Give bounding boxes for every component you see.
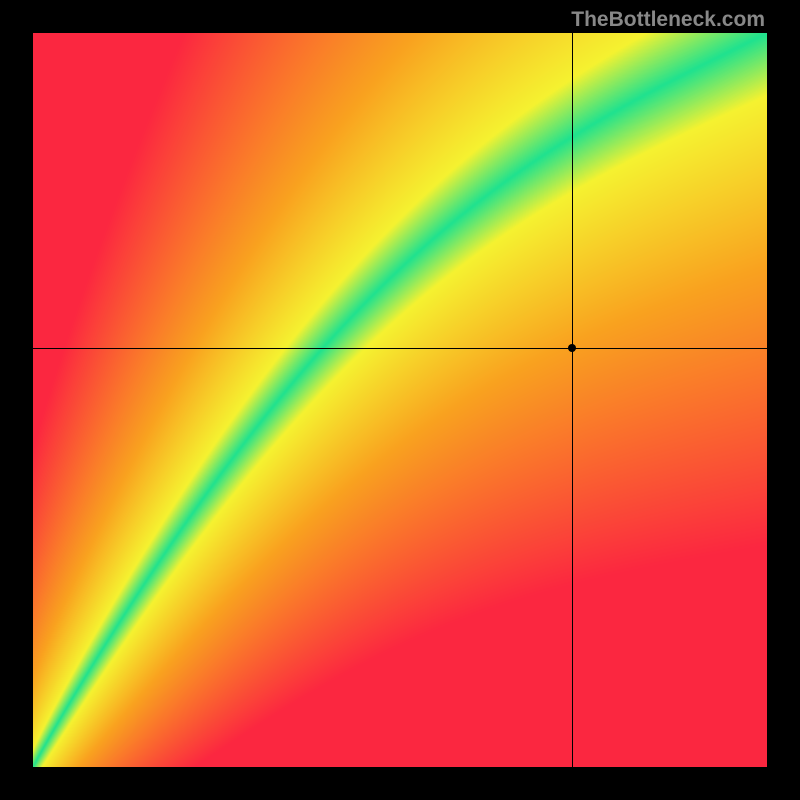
watermark-text: TheBottleneck.com	[571, 8, 765, 32]
crosshair-horizontal	[33, 348, 767, 349]
heatmap-canvas	[33, 33, 767, 767]
crosshair-vertical	[572, 33, 573, 767]
heatmap-plot	[33, 33, 767, 767]
marker-point	[568, 344, 576, 352]
chart-container: TheBottleneck.com	[0, 0, 800, 800]
